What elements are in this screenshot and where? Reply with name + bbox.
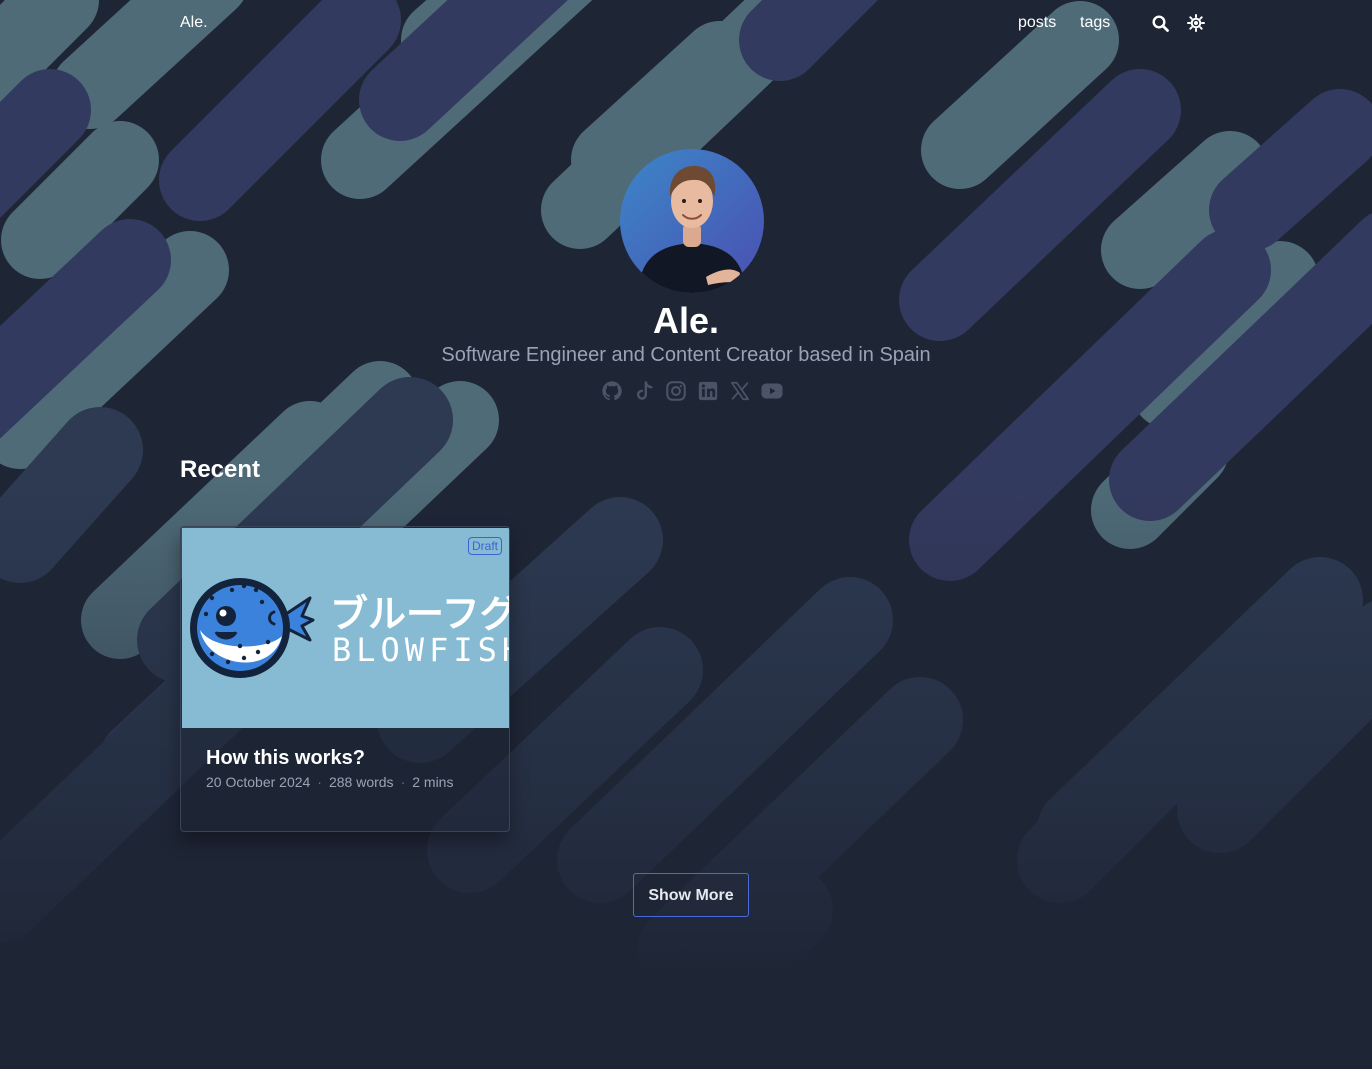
- site-title-link[interactable]: Ale.: [180, 13, 208, 33]
- instagram-icon[interactable]: [664, 379, 688, 403]
- article-thumbnail: ブルーフグ BLOWFISH Draft: [182, 528, 510, 728]
- article-date: 20 October 2024: [206, 774, 311, 790]
- author-name: Ale.: [652, 300, 720, 341]
- thumbnail-english-text: BLOWFISH: [332, 631, 510, 669]
- linkedin-icon[interactable]: [696, 379, 720, 403]
- article-card[interactable]: ブルーフグ BLOWFISH Draft How this works? 20 …: [180, 526, 510, 832]
- article-meta: 20 October 2024 · 288 words · 2 mins: [206, 773, 453, 791]
- author-avatar: [620, 149, 764, 293]
- nav-link-tags[interactable]: tags: [1080, 13, 1110, 33]
- tiktok-icon[interactable]: [632, 379, 656, 403]
- article-read-time: 2 mins: [412, 774, 454, 790]
- nav-link-posts[interactable]: posts: [1018, 13, 1056, 33]
- show-more-button[interactable]: Show More: [633, 873, 749, 917]
- meta-separator: ·: [400, 774, 406, 790]
- article-word-count: 288 words: [328, 774, 394, 790]
- github-icon[interactable]: [600, 379, 624, 403]
- meta-separator: ·: [317, 774, 322, 790]
- author-bio: Software Engineer and Content Creator ba…: [441, 344, 931, 366]
- article-title[interactable]: How this works?: [206, 746, 365, 770]
- x-icon[interactable]: [728, 379, 752, 403]
- youtube-icon[interactable]: [760, 379, 784, 403]
- theme-toggle-sun-icon[interactable]: [1186, 13, 1206, 33]
- thumbnail-japanese-text: ブルーフグ: [330, 592, 510, 636]
- recent-heading: Recent: [180, 456, 261, 483]
- draft-badge: Draft: [467, 537, 502, 555]
- search-icon[interactable]: [1150, 13, 1170, 33]
